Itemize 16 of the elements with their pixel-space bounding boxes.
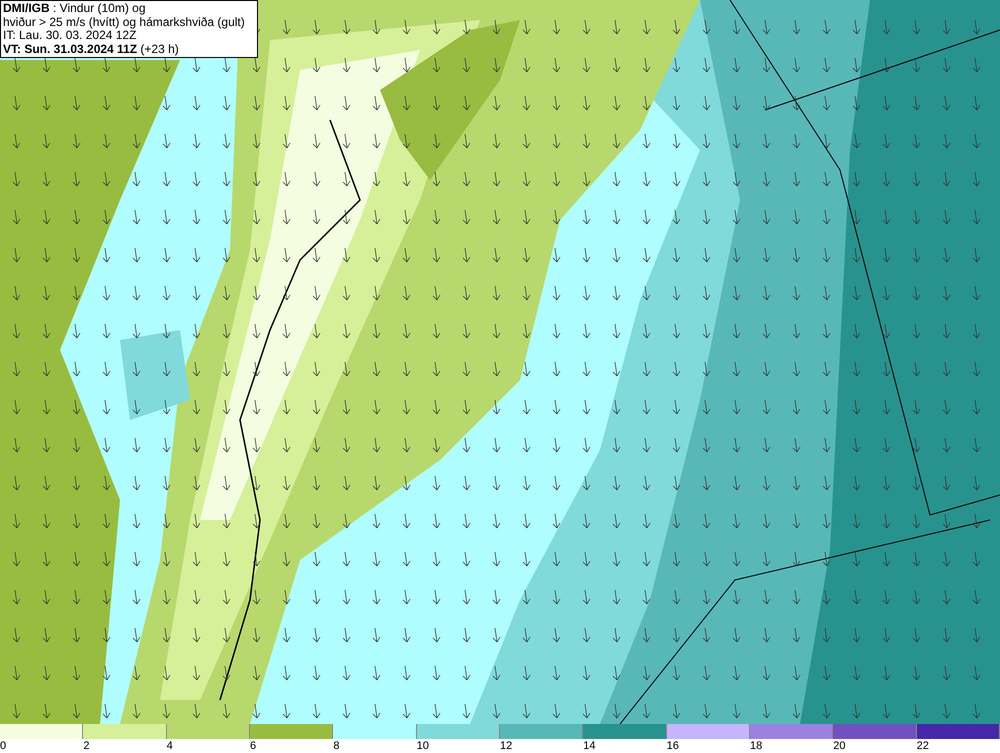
legend-label: 12 — [500, 739, 512, 753]
title-line: DMI/IGB : Vindur (10m) og — [3, 2, 146, 16]
legend-label: 6 — [250, 739, 256, 753]
legend-label: 10 — [416, 739, 429, 753]
title-line: VT: Sun. 31.03.2024 11Z (+23 h) — [3, 42, 180, 56]
legend-label: 8 — [333, 739, 340, 753]
legend-label: 4 — [166, 739, 173, 753]
legend-label: 20 — [833, 739, 846, 753]
legend-label: 2 — [83, 739, 90, 753]
legend-label: 18 — [750, 739, 762, 753]
legend-label: 22 — [916, 739, 929, 753]
legend-label: 16 — [666, 739, 679, 753]
title-line: hviður > 25 m/s (hvítt) og hámarkshviða (gult) — [3, 16, 246, 29]
legend-label: 14 — [583, 739, 596, 753]
title-line: IT: Lau. 30. 03. 2024 12Z — [3, 29, 138, 42]
legend-label: 0 — [0, 739, 6, 753]
